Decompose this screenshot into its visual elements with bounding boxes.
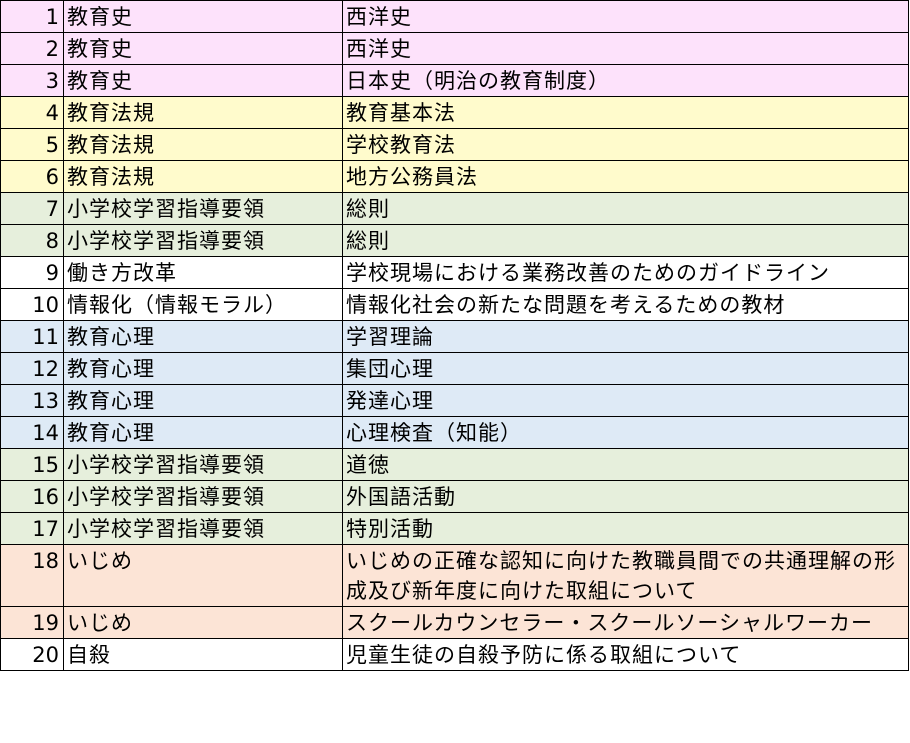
row-number-cell: 8 [0,224,64,257]
row-number-cell: 16 [0,480,64,513]
topic-cell: 総則 [342,224,909,257]
table-row: 18 いじめ いじめの正確な認知に向けた教職員間での共通理解の形成及び新年度に向けた… [0,544,909,607]
category-cell: 教育心理 [63,320,343,353]
topic-cell: 情報化社会の新たな問題を考えるための教材 [342,288,909,321]
table-row: 16 小学校学習指導要領 外国語活動 [0,480,909,513]
table-row: 17 小学校学習指導要領 特別活動 [0,512,909,545]
table-row: 4 教育法規 教育基本法 [0,96,909,129]
table-row: 10 情報化（情報モラル） 情報化社会の新たな問題を考えるための教材 [0,288,909,321]
category-cell: 教育史 [63,0,343,33]
topic-cell: 西洋史 [342,32,909,65]
topic-cell: 心理検査（知能） [342,416,909,449]
table-row: 7 小学校学習指導要領 総則 [0,192,909,225]
table-row: 1 教育史 西洋史 [0,0,909,33]
category-cell: 教育心理 [63,352,343,385]
row-number-cell: 15 [0,448,64,481]
table-row: 6 教育法規 地方公務員法 [0,160,909,193]
topic-cell: スクールカウンセラー・スクールソーシャルワーカー [342,606,909,639]
category-cell: 自殺 [63,638,343,671]
row-number-cell: 12 [0,352,64,385]
table-row: 8 小学校学習指導要領 総則 [0,224,909,257]
row-number-cell: 20 [0,638,64,671]
table-body: 1 教育史 西洋史 2 教育史 西洋史 3 教育史 日本史（明治の教育制度） 4 教育法規 教育基本法… [0,0,909,671]
topic-cell: 発達心理 [342,384,909,417]
topic-cell: 西洋史 [342,0,909,33]
category-cell: 小学校学習指導要領 [63,224,343,257]
topic-cell: 地方公務員法 [342,160,909,193]
topic-table: 1 教育史 西洋史 2 教育史 西洋史 3 教育史 日本史（明治の教育制度） 4 教育法規 教育基本法… [0,0,909,671]
topic-cell: 特別活動 [342,512,909,545]
category-cell: 小学校学習指導要領 [63,480,343,513]
table-row: 11 教育心理 学習理論 [0,320,909,353]
row-number-cell: 9 [0,256,64,289]
row-number-cell: 4 [0,96,64,129]
category-cell: 教育史 [63,32,343,65]
topic-cell: 道徳 [342,448,909,481]
row-number-cell: 3 [0,64,64,97]
topic-cell: 日本史（明治の教育制度） [342,64,909,97]
category-cell: いじめ [63,544,343,607]
row-number-cell: 1 [0,0,64,33]
row-number-cell: 5 [0,128,64,161]
category-cell: 教育法規 [63,96,343,129]
topic-cell: 総則 [342,192,909,225]
topic-cell: 集団心理 [342,352,909,385]
category-cell: 小学校学習指導要領 [63,448,343,481]
table-row: 9 働き方改革 学校現場における業務改善のためのガイドライン [0,256,909,289]
row-number-cell: 6 [0,160,64,193]
table-row: 20 自殺 児童生徒の自殺予防に係る取組について [0,638,909,671]
topic-cell: 教育基本法 [342,96,909,129]
category-cell: 教育法規 [63,128,343,161]
table-row: 3 教育史 日本史（明治の教育制度） [0,64,909,97]
row-number-cell: 7 [0,192,64,225]
row-number-cell: 17 [0,512,64,545]
category-cell: 小学校学習指導要領 [63,192,343,225]
topic-cell: いじめの正確な認知に向けた教職員間での共通理解の形成及び新年度に向けた取組につい… [342,544,909,607]
table-row: 12 教育心理 集団心理 [0,352,909,385]
topic-cell: 児童生徒の自殺予防に係る取組について [342,638,909,671]
category-cell: 働き方改革 [63,256,343,289]
category-cell: いじめ [63,606,343,639]
row-number-cell: 11 [0,320,64,353]
table-row: 13 教育心理 発達心理 [0,384,909,417]
category-cell: 教育法規 [63,160,343,193]
category-cell: 小学校学習指導要領 [63,512,343,545]
topic-cell: 学校教育法 [342,128,909,161]
table-row: 14 教育心理 心理検査（知能） [0,416,909,449]
category-cell: 情報化（情報モラル） [63,288,343,321]
row-number-cell: 19 [0,606,64,639]
table-row: 15 小学校学習指導要領 道徳 [0,448,909,481]
topic-cell: 学校現場における業務改善のためのガイドライン [342,256,909,289]
table-row: 5 教育法規 学校教育法 [0,128,909,161]
topic-cell: 外国語活動 [342,480,909,513]
row-number-cell: 14 [0,416,64,449]
category-cell: 教育心理 [63,384,343,417]
table-row: 19 いじめ スクールカウンセラー・スクールソーシャルワーカー [0,606,909,639]
row-number-cell: 2 [0,32,64,65]
row-number-cell: 18 [0,544,64,607]
category-cell: 教育史 [63,64,343,97]
topic-cell: 学習理論 [342,320,909,353]
table-row: 2 教育史 西洋史 [0,32,909,65]
category-cell: 教育心理 [63,416,343,449]
row-number-cell: 10 [0,288,64,321]
row-number-cell: 13 [0,384,64,417]
